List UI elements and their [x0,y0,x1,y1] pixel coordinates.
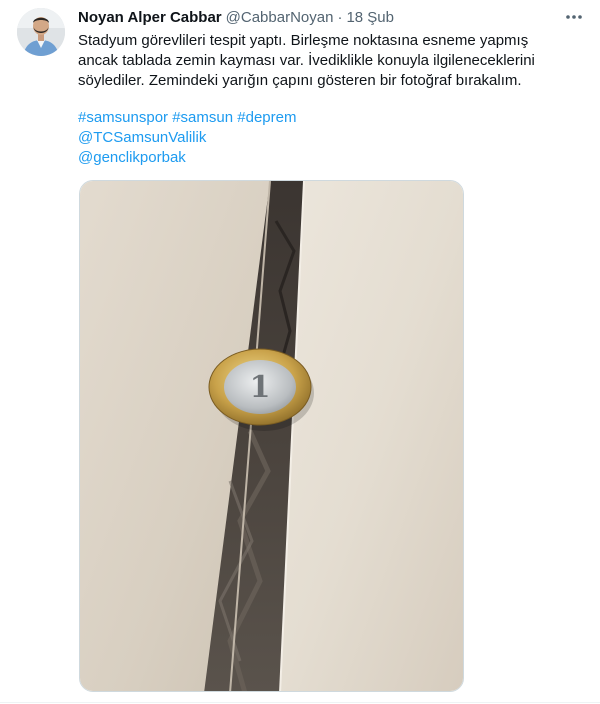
mention-row: @TCSamsunValilik [78,128,296,148]
hashtag-row: #samsunspor #samsun #deprem [78,108,296,128]
hashtag-link[interactable]: #samsunspor [78,109,168,126]
more-horizontal-icon [566,15,582,19]
tweet-photo[interactable]: 1 [79,180,464,692]
tweet-text: Stadyum görevlileri tespit yaptı. Birleş… [78,31,563,91]
more-button[interactable] [560,5,588,29]
tweet: Noyan Alper Cabbar @CabbarNoyan · 18 Şub… [0,0,600,704]
avatar[interactable] [17,8,65,56]
mention-row: @genclikporbak [78,148,296,168]
coin-in-floor-crack-photo: 1 [80,181,463,691]
separator-dot: · [337,9,343,26]
tweet-links: #samsunspor #samsun #deprem @TCSamsunVal… [78,108,296,168]
tweet-date[interactable]: 18 Şub [346,8,394,28]
display-name[interactable]: Noyan Alper Cabbar [78,8,222,28]
user-avatar-image [17,8,65,56]
mention-link[interactable]: @TCSamsunValilik [78,129,206,146]
mention-link[interactable]: @genclikporbak [78,149,186,166]
divider [0,702,600,703]
tweet-header: Noyan Alper Cabbar @CabbarNoyan · 18 Şub [78,8,394,28]
svg-text:1: 1 [250,370,271,405]
hashtag-link[interactable]: #samsun [172,109,233,126]
tweet-text-line: söylediler. Zemindeki yarığın çapını gös… [78,72,522,89]
user-handle[interactable]: @CabbarNoyan [226,8,334,28]
hashtag-link[interactable]: #deprem [237,109,296,126]
tweet-text-line: ancak tablada zemin kayması var. İvedikl… [78,52,535,69]
tweet-text-line: Stadyum görevlileri tespit yaptı. Birleş… [78,32,529,49]
